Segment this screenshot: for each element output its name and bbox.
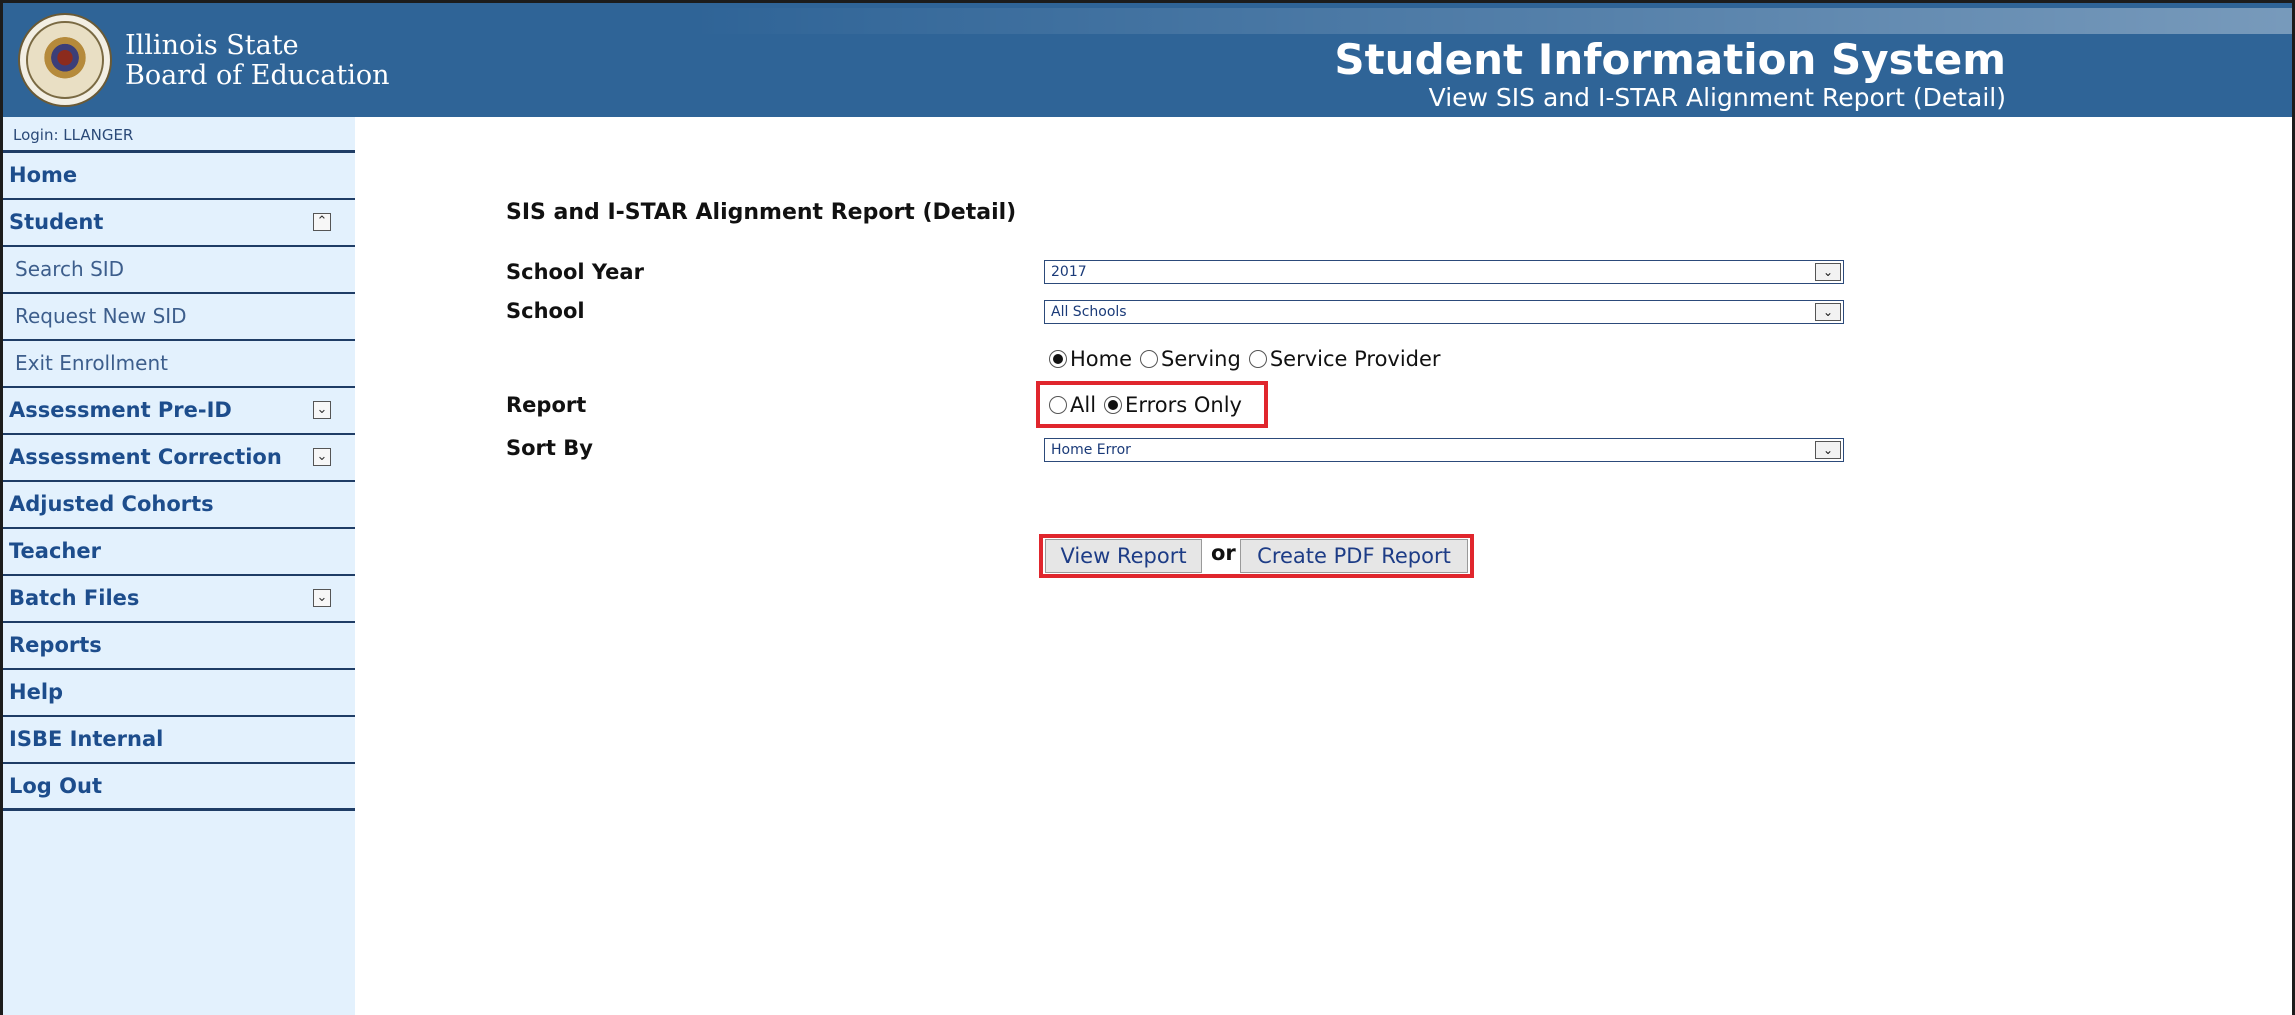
radio-errors-only-label[interactable]: Errors Only	[1125, 393, 1242, 417]
sidebar-item-log-out[interactable]: Log Out	[3, 764, 355, 811]
school-year-label: School Year	[506, 260, 644, 284]
radio-service-provider[interactable]	[1248, 350, 1267, 368]
sidebar-item-label: Log Out	[9, 774, 102, 798]
sidebar-item-exit-enrollment[interactable]: Exit Enrollment	[3, 341, 355, 388]
radio-all[interactable]	[1049, 396, 1067, 414]
radio-serving[interactable]	[1140, 350, 1159, 368]
report-radio-group: All Errors Only	[1049, 393, 1250, 417]
agency-name[interactable]: Illinois State Board of Education	[125, 31, 390, 91]
school-year-select[interactable]: 2017 ⌄	[1044, 260, 1844, 284]
collapse-icon[interactable]: ⌃	[313, 213, 331, 231]
header-gradient-strip	[689, 8, 2292, 34]
sidebar-item-isbe-internal[interactable]: ISBE Internal	[3, 717, 355, 764]
radio-home[interactable]	[1049, 350, 1067, 368]
page-subtitle: View SIS and I-STAR Alignment Report (De…	[1428, 83, 2006, 112]
main-content: SIS and I-STAR Alignment Report (Detail)…	[355, 117, 2295, 1015]
sidebar-item-reports[interactable]: Reports	[3, 623, 355, 670]
radio-home-label[interactable]: Home	[1070, 347, 1132, 371]
sort-by-select[interactable]: Home Error ⌄	[1044, 438, 1844, 462]
or-separator: or	[1211, 541, 1236, 565]
radio-serving-label[interactable]: Serving	[1161, 347, 1241, 371]
eagle-emblem-icon	[42, 37, 88, 83]
radio-service-provider-label[interactable]: Service Provider	[1270, 347, 1441, 371]
sidebar-item-home[interactable]: Home	[3, 153, 355, 200]
sidebar-item-label: Reports	[9, 633, 102, 657]
sidebar-item-label: Assessment Correction	[9, 445, 282, 469]
sidebar-item-student[interactable]: Student ⌃	[3, 200, 355, 247]
login-label: Login: LLANGER	[3, 117, 355, 153]
sidebar-item-assessment-pre-id[interactable]: Assessment Pre-ID ⌄	[3, 388, 355, 435]
school-select[interactable]: All Schools ⌄	[1044, 300, 1844, 324]
sidebar-item-label: Exit Enrollment	[15, 351, 168, 375]
chevron-down-icon[interactable]: ⌄	[1815, 303, 1841, 321]
expand-icon[interactable]: ⌄	[313, 589, 331, 607]
sidebar-item-label: Assessment Pre-ID	[9, 398, 232, 422]
expand-icon[interactable]: ⌄	[313, 448, 331, 466]
sidebar-nav: Login: LLANGER Home Student ⌃ Search SID…	[3, 117, 355, 1015]
school-value: All Schools	[1051, 304, 1127, 320]
sidebar-item-label: Student	[9, 210, 104, 234]
radio-errors-only[interactable]	[1104, 396, 1123, 414]
sidebar-item-assessment-correction[interactable]: Assessment Correction ⌄	[3, 435, 355, 482]
school-type-radio-group: Home Serving Service Provider	[1049, 347, 1449, 371]
chevron-down-icon[interactable]: ⌄	[1815, 441, 1841, 459]
sidebar-item-label: Batch Files	[9, 586, 140, 610]
agency-line-1: Illinois State	[125, 30, 299, 61]
radio-all-label[interactable]: All	[1070, 393, 1096, 417]
sidebar-item-request-new-sid[interactable]: Request New SID	[3, 294, 355, 341]
sidebar-item-batch-files[interactable]: Batch Files ⌄	[3, 576, 355, 623]
agency-line-2: Board of Education	[125, 60, 390, 91]
sidebar-item-label: Help	[9, 680, 64, 704]
school-label: School	[506, 299, 585, 323]
report-label: Report	[506, 393, 587, 417]
sidebar-item-label: Home	[9, 163, 78, 187]
page-header: Illinois State Board of Education Studen…	[3, 3, 2292, 117]
state-seal-logo	[18, 13, 112, 107]
sort-by-label: Sort By	[506, 436, 593, 460]
sidebar-item-label: Request New SID	[15, 304, 187, 328]
expand-icon[interactable]: ⌄	[313, 401, 331, 419]
form-title: SIS and I-STAR Alignment Report (Detail)	[506, 200, 1017, 225]
sidebar-item-help[interactable]: Help	[3, 670, 355, 717]
sidebar-item-search-sid[interactable]: Search SID	[3, 247, 355, 294]
sidebar-item-label: Teacher	[9, 539, 101, 563]
sidebar-item-label: ISBE Internal	[9, 727, 164, 751]
create-pdf-report-button[interactable]: Create PDF Report	[1240, 539, 1468, 573]
view-report-button[interactable]: View Report	[1045, 539, 1202, 573]
sidebar-item-teacher[interactable]: Teacher	[3, 529, 355, 576]
sidebar-item-adjusted-cohorts[interactable]: Adjusted Cohorts	[3, 482, 355, 529]
system-title: Student Information System	[1334, 35, 2006, 84]
sidebar-item-label: Adjusted Cohorts	[9, 492, 214, 516]
sidebar-item-label: Search SID	[15, 257, 125, 281]
sort-by-value: Home Error	[1051, 442, 1131, 458]
school-year-value: 2017	[1051, 264, 1087, 280]
chevron-down-icon[interactable]: ⌄	[1815, 263, 1841, 281]
